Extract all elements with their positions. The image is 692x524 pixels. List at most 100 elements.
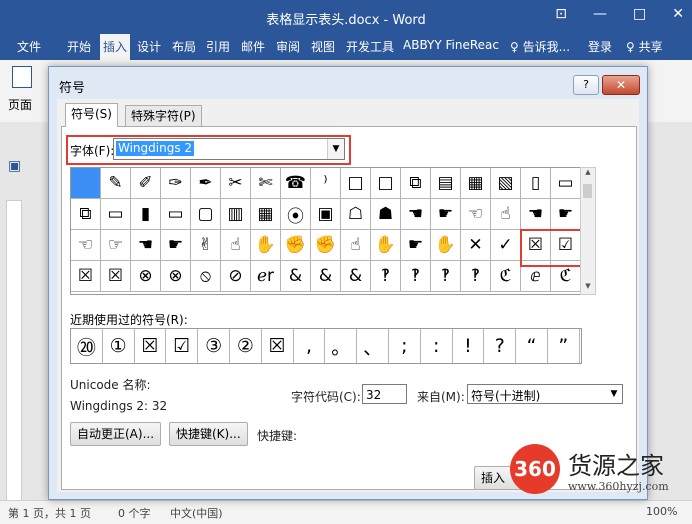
symbol-cell[interactable]: ✋ — [251, 230, 281, 261]
maximize-button[interactable]: □ — [633, 6, 646, 22]
symbol-cell[interactable]: ▮ — [131, 199, 161, 230]
symbol-cell[interactable]: ☚ — [521, 199, 551, 230]
symbol-cell[interactable]: ▯ — [521, 168, 551, 199]
tab-references[interactable]: 引用 — [206, 38, 230, 55]
symbol-cell[interactable] — [71, 168, 101, 199]
from-select[interactable]: 符号(十进制) ▼ — [467, 384, 623, 404]
symbol-cell[interactable]: □ — [341, 168, 371, 199]
symbol-cell[interactable]: ✕ — [461, 230, 491, 261]
symbol-cell[interactable]: □ — [371, 168, 401, 199]
dialog-close-button[interactable]: ✕ — [602, 75, 640, 95]
symbol-cell[interactable]: ☚ — [401, 199, 431, 230]
symbol-cell[interactable]: ✊ — [311, 230, 341, 261]
tab-home[interactable]: 开始 — [67, 38, 91, 55]
recent-symbol-cell[interactable]: ☒ — [262, 329, 294, 363]
sign-in-link[interactable]: 登录 — [588, 38, 612, 55]
symbol-cell[interactable]: ‽ — [461, 261, 491, 292]
share-button[interactable]: ♀ 共享 — [626, 38, 663, 55]
symbol-cell[interactable]: ✎ — [101, 168, 131, 199]
tab-layout[interactable]: 布局 — [172, 38, 196, 55]
recent-symbol-cell[interactable]: ③ — [198, 329, 230, 363]
symbol-cell[interactable]: ☜ — [71, 230, 101, 261]
recent-symbol-cell[interactable]: “ — [516, 329, 548, 363]
recent-symbol-cell[interactable]: ☒ — [135, 329, 167, 363]
symbol-cell[interactable]: ✒ — [191, 168, 221, 199]
shortcut-key-button[interactable]: 快捷键(K)... — [169, 422, 248, 446]
autocorrect-button[interactable]: 自动更正(A)... — [70, 422, 162, 446]
scroll-thumb[interactable] — [583, 184, 592, 198]
recent-symbol-cell[interactable]: ” — [548, 329, 580, 363]
char-code-input[interactable]: 32 — [362, 384, 407, 404]
symbol-cell[interactable]: ‽ — [371, 261, 401, 292]
tab-file[interactable]: 文件 — [17, 38, 41, 55]
recent-symbol-cell[interactable]: ! — [453, 329, 485, 363]
save-icon[interactable]: ▣ — [8, 158, 22, 174]
symbol-cell[interactable]: ⁾ — [311, 168, 341, 199]
chevron-down-icon[interactable]: ▼ — [327, 139, 344, 159]
symbol-cell[interactable]: ▭ — [161, 199, 191, 230]
font-select[interactable]: Wingdings 2 ▼ — [113, 138, 345, 160]
language[interactable]: 中文(中国) — [170, 505, 223, 521]
symbol-cell[interactable]: ▧ — [491, 168, 521, 199]
symbol-cell[interactable]: ☚ — [131, 230, 161, 261]
tab-design[interactable]: 设计 — [137, 38, 161, 55]
symbol-cell[interactable]: ⧉ — [401, 168, 431, 199]
symbol-cell[interactable]: ☒ — [101, 261, 131, 292]
symbol-cell[interactable]: ‽ — [401, 261, 431, 292]
recent-symbol-cell[interactable]: ① — [103, 329, 135, 363]
recent-symbol-cell[interactable]: ☑ — [166, 329, 199, 363]
chevron-down-icon[interactable]: ▼ — [606, 385, 622, 403]
scroll-up-icon[interactable]: ▲ — [581, 168, 595, 180]
symbol-cell[interactable]: ✂ — [221, 168, 251, 199]
symbol-cell[interactable]: ☝ — [341, 230, 371, 261]
symbol-cell[interactable]: ▦ — [251, 199, 281, 230]
recent-symbol-cell[interactable]: ② — [230, 329, 262, 363]
symbol-cell[interactable]: ⦸ — [191, 261, 221, 292]
symbol-cell[interactable]: ☛ — [401, 230, 431, 261]
symbol-cell[interactable]: & — [341, 261, 371, 292]
zoom-level[interactable]: 100% — [646, 505, 677, 518]
recent-symbol-cell[interactable]: ; — [389, 329, 421, 363]
symbol-cell[interactable]: ☛ — [161, 230, 191, 261]
symbol-cell[interactable]: ▣ — [311, 199, 341, 230]
symbol-cell[interactable]: ⊗ — [131, 261, 161, 292]
symbol-cell[interactable]: ☗ — [371, 199, 401, 230]
symbol-cell[interactable]: ✑ — [161, 168, 191, 199]
tab-special-characters[interactable]: 特殊字符(P) — [125, 105, 202, 126]
symbol-cell[interactable]: ⦿ — [281, 199, 311, 230]
symbol-cell[interactable]: ▤ — [431, 168, 461, 199]
symbol-cell[interactable]: ▥ — [221, 199, 251, 230]
minimize-button[interactable]: — — [593, 6, 607, 22]
symbol-cell[interactable]: ▭ — [551, 168, 581, 199]
symbol-cell[interactable]: ☒ — [71, 261, 101, 292]
symbol-cell[interactable]: ✊ — [281, 230, 311, 261]
symbol-cell[interactable]: ✄ — [251, 168, 281, 199]
symbol-cell[interactable]: ✌ — [191, 230, 221, 261]
symbol-cell[interactable]: ⧉ — [71, 199, 101, 230]
symbol-cell[interactable]: ✓ — [491, 230, 521, 261]
symbol-cell[interactable]: ✋ — [371, 230, 401, 261]
recent-symbol-cell[interactable]: 。 — [325, 329, 358, 363]
symbol-cell[interactable]: ℭ — [491, 261, 521, 292]
symbol-cell[interactable]: & — [281, 261, 311, 292]
symbol-cell[interactable]: ☖ — [341, 199, 371, 230]
symbol-cell[interactable]: ℯr — [251, 261, 281, 292]
word-count[interactable]: 0 个字 — [118, 505, 151, 521]
scroll-down-icon[interactable]: ▼ — [581, 282, 595, 294]
restore-ribbon-icon[interactable]: ⊡ — [555, 6, 567, 22]
symbol-cell[interactable]: ☎ — [281, 168, 311, 199]
recent-symbol-cell[interactable]: 、 — [357, 329, 389, 363]
symbol-cell[interactable]: ▭ — [101, 199, 131, 230]
symbol-cell[interactable]: ⊗ — [161, 261, 191, 292]
tab-symbols[interactable]: 符号(S) — [65, 103, 118, 127]
symbol-cell[interactable]: ☝ — [491, 199, 521, 230]
tab-abbyy[interactable]: ABBYY FineReac — [403, 38, 499, 52]
symbol-cell[interactable]: ☞ — [101, 230, 131, 261]
symbol-cell[interactable]: ▦ — [461, 168, 491, 199]
tab-developer[interactable]: 开发工具 — [346, 38, 394, 55]
tab-review[interactable]: 审阅 — [276, 38, 300, 55]
symbol-cell[interactable]: ‽ — [431, 261, 461, 292]
symbol-cell[interactable]: ✐ — [131, 168, 161, 199]
tab-mailings[interactable]: 邮件 — [241, 38, 265, 55]
tab-insert[interactable]: 插入 — [100, 34, 131, 60]
